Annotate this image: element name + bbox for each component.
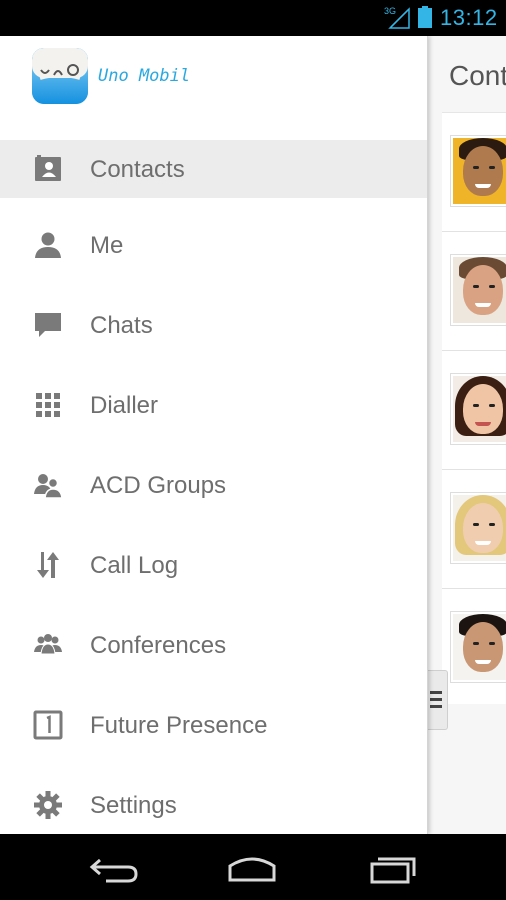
contact-list-item[interactable] <box>442 589 506 708</box>
contact-list <box>442 112 506 704</box>
back-icon[interactable] <box>86 850 142 886</box>
status-bar: 3G 13:12 <box>0 0 506 36</box>
contact-list-item[interactable] <box>442 351 506 470</box>
dialpad-icon <box>36 393 60 417</box>
call-log-arrows-icon <box>37 552 59 578</box>
page-title: Cont <box>449 60 506 91</box>
nav-item-label: Settings <box>90 792 177 819</box>
app-name: Uno Mobil <box>98 66 191 86</box>
nav-item-label: Call Log <box>90 552 179 579</box>
contact-list-item[interactable] <box>442 470 506 589</box>
nav-item-settings[interactable]: Settings <box>0 768 427 834</box>
calendar-icon <box>33 710 63 740</box>
home-icon[interactable] <box>224 850 280 886</box>
navigation-drawer: Uno Mobil Contacts Me Chats Dialler ACD … <box>0 36 428 834</box>
nav-item-label: Conferences <box>90 632 227 659</box>
battery-icon <box>418 6 432 28</box>
nav-item-label: Me <box>90 232 124 259</box>
contact-avatar <box>450 254 506 326</box>
conference-icon <box>34 634 62 655</box>
nav-item-acd-groups[interactable]: ACD Groups <box>0 448 427 528</box>
contact-avatar <box>450 611 506 683</box>
recent-apps-icon[interactable] <box>366 850 422 886</box>
nav-item-contacts[interactable]: Contacts <box>0 140 427 198</box>
clock: 13:12 <box>440 5 498 30</box>
app-logo-icon <box>32 48 88 104</box>
nav-item-future-presence[interactable]: Future Presence <box>0 688 427 768</box>
contacts-icon <box>35 155 61 181</box>
nav-item-conferences[interactable]: Conferences <box>0 608 427 688</box>
gear-icon <box>34 791 62 819</box>
contact-avatar <box>450 135 506 207</box>
contact-avatar <box>450 373 506 445</box>
system-navigation-bar <box>0 834 506 900</box>
person-icon <box>35 232 61 258</box>
nav-item-label: Contacts <box>90 156 185 183</box>
contact-avatar <box>450 492 506 564</box>
nav-item-chats[interactable]: Chats <box>0 288 427 368</box>
drawer-handle[interactable] <box>428 670 448 730</box>
contact-list-item[interactable] <box>442 113 506 232</box>
nav-item-label: Chats <box>90 312 153 339</box>
contact-list-item[interactable] <box>442 232 506 351</box>
nav-item-label: Future Presence <box>90 712 268 739</box>
group-icon <box>34 474 63 499</box>
nav-item-label: ACD Groups <box>90 472 227 499</box>
nav-item-me[interactable]: Me <box>0 208 427 288</box>
signal-icon <box>388 7 410 29</box>
nav-item-call-log[interactable]: Call Log <box>0 528 427 608</box>
nav-item-dialler[interactable]: Dialler <box>0 368 427 448</box>
nav-item-label: Dialler <box>90 392 159 419</box>
nav-list: Contacts Me Chats Dialler ACD Groups Cal… <box>0 140 427 834</box>
chat-bubble-icon <box>35 313 61 337</box>
